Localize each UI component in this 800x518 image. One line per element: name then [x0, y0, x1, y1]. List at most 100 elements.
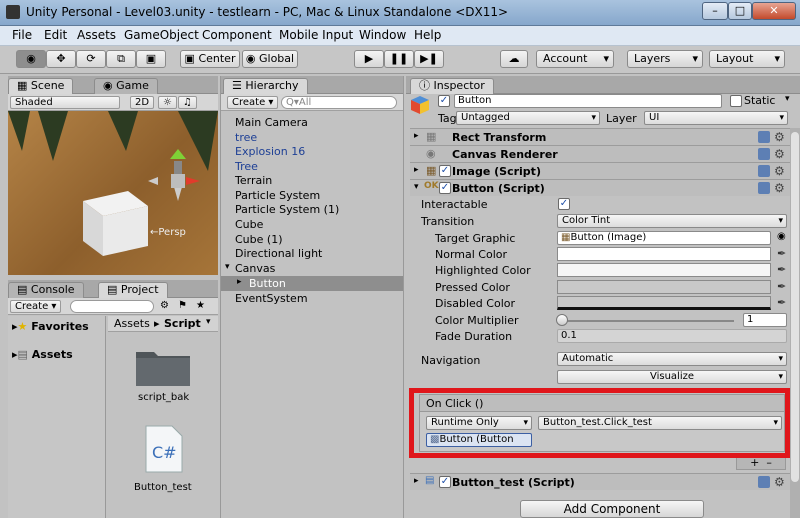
project-search-input[interactable]	[70, 300, 154, 313]
hierarchy-item[interactable]: Canvas	[235, 262, 275, 275]
persp-label[interactable]: ←Persp	[150, 227, 186, 238]
folder-tile[interactable]: script_bak	[134, 344, 194, 404]
scene-viewport[interactable]: ←Persp	[8, 111, 218, 275]
rotate-tool-button[interactable]: ⟳	[76, 50, 106, 68]
assets-item[interactable]: ▸▤ Assets	[12, 348, 73, 361]
scale-tool-button[interactable]: ⧉	[106, 50, 136, 68]
hierarchy-item[interactable]: Main Camera	[235, 116, 308, 129]
static-checkbox[interactable]	[730, 95, 742, 107]
breadcrumb-assets[interactable]: Assets	[114, 317, 150, 330]
gameobject-name-field[interactable]: Button	[454, 94, 722, 108]
plus-icon[interactable]: +	[750, 456, 759, 469]
close-button[interactable]: ✕	[752, 2, 796, 20]
pressed-color-field[interactable]	[557, 280, 771, 294]
menu-help[interactable]: Help	[414, 28, 441, 42]
play-button[interactable]: ▶	[354, 50, 384, 68]
hierarchy-item[interactable]: Directional light	[235, 247, 322, 260]
star-icon[interactable]: ★	[196, 300, 205, 311]
tab-project[interactable]: ▤ Project	[98, 282, 168, 298]
gear-icon[interactable]: ⚙	[774, 148, 785, 160]
hierarchy-item[interactable]: Cube	[235, 218, 263, 231]
hierarchy-item[interactable]: Particle System	[235, 189, 320, 202]
hierarchy-item[interactable]: EventSystem	[235, 292, 308, 305]
gear-icon[interactable]: ⚙	[774, 476, 785, 488]
component-button-test-script[interactable]: ▸ ▤ ✓ Button_test (Script) ⚙	[410, 473, 790, 490]
active-checkbox[interactable]: ✓	[438, 95, 450, 107]
help-icon[interactable]	[758, 165, 770, 177]
rect-tool-button[interactable]: ▣	[136, 50, 166, 68]
menu-edit[interactable]: Edit	[44, 28, 67, 42]
inspector-scrollbar[interactable]	[790, 128, 800, 518]
help-icon[interactable]	[758, 182, 770, 194]
hand-tool-button[interactable]: ◉	[16, 50, 46, 68]
gear-icon[interactable]: ⚙	[774, 131, 785, 143]
triangle-down-icon[interactable]: ▾	[225, 262, 230, 272]
component-image[interactable]: ▸ ▦ ✓ Image (Script) ⚙	[410, 162, 790, 179]
navigation-dropdown[interactable]: Automatic	[557, 352, 787, 366]
scrollbar-thumb[interactable]	[791, 132, 799, 482]
pivot-center-button[interactable]: ▣ Center	[180, 50, 240, 68]
filter-type-icon[interactable]: ⚙	[160, 300, 169, 311]
cloud-button[interactable]: ☁	[500, 50, 528, 68]
help-icon[interactable]	[758, 148, 770, 160]
hierarchy-item[interactable]: Explosion 16	[235, 145, 305, 158]
component-button[interactable]: ▾ OK ✓ Button (Script) ⚙	[410, 179, 790, 196]
layout-dropdown[interactable]: Layout ▾	[709, 50, 785, 68]
favorites-item[interactable]: ▸★ Favorites	[12, 320, 89, 333]
runtime-dropdown[interactable]: Runtime Only	[426, 416, 532, 430]
minimize-button[interactable]: –	[702, 2, 728, 20]
hierarchy-item-selected[interactable]: ▸ Button	[221, 276, 403, 291]
help-icon[interactable]	[758, 476, 770, 488]
hierarchy-item[interactable]: Terrain	[235, 174, 272, 187]
hierarchy-search-input[interactable]: Q▾All	[281, 96, 397, 109]
object-picker-icon[interactable]: ◉	[777, 231, 786, 242]
layers-dropdown[interactable]: Layers ▾	[627, 50, 703, 68]
multiplier-slider-thumb[interactable]	[556, 314, 568, 326]
layer-dropdown[interactable]: UI	[644, 111, 788, 125]
pause-button[interactable]: ❚❚	[384, 50, 414, 68]
menu-assets[interactable]: Assets	[77, 28, 116, 42]
minus-icon[interactable]: –	[766, 456, 772, 469]
step-button[interactable]: ▶❚	[414, 50, 444, 68]
visualize-button[interactable]: Visualize	[557, 370, 787, 384]
transition-dropdown[interactable]: Color Tint	[557, 214, 787, 228]
2d-toggle[interactable]: 2D	[130, 96, 155, 109]
disabled-color-field[interactable]	[557, 296, 771, 310]
target-graphic-field[interactable]: ▦Button (Image)	[557, 231, 771, 245]
component-enabled-checkbox[interactable]: ✓	[439, 165, 451, 177]
component-rect-transform[interactable]: ▸ ▦ Rect Transform ⚙	[410, 128, 790, 145]
menu-mobile-input[interactable]: Mobile Input	[279, 28, 353, 42]
tab-console[interactable]: ▤ Console	[8, 282, 84, 298]
component-enabled-checkbox[interactable]: ✓	[439, 182, 451, 194]
gear-icon[interactable]: ⚙	[774, 165, 785, 177]
eyedropper-icon[interactable]: ✒	[777, 280, 786, 293]
hierarchy-item[interactable]: Tree	[235, 160, 258, 173]
eyedropper-icon[interactable]: ✒	[777, 296, 786, 309]
add-component-button[interactable]: Add Component	[520, 500, 704, 518]
menu-file[interactable]: File	[12, 28, 32, 42]
lighting-toggle[interactable]: ☼	[158, 96, 177, 109]
highlighted-color-field[interactable]	[557, 263, 771, 277]
component-enabled-checkbox[interactable]: ✓	[439, 476, 451, 488]
script-tile[interactable]: C# Button_test	[134, 424, 198, 494]
interactable-checkbox[interactable]: ✓	[558, 198, 570, 210]
tab-inspector[interactable]: ⓘ Inspector	[410, 78, 494, 94]
tab-hierarchy[interactable]: ☰ Hierarchy	[223, 78, 308, 94]
fade-duration-field[interactable]: 0.1	[557, 329, 787, 343]
account-dropdown[interactable]: Account ▾	[536, 50, 614, 68]
multiplier-field[interactable]: 1	[743, 313, 787, 327]
multiplier-slider-track[interactable]	[560, 320, 734, 322]
function-dropdown[interactable]: Button_test.Click_test	[538, 416, 782, 430]
eyedropper-icon[interactable]: ✒	[777, 247, 786, 260]
normal-color-field[interactable]	[557, 247, 771, 261]
audio-toggle[interactable]: ♫	[178, 96, 197, 109]
hierarchy-item[interactable]: tree	[235, 131, 257, 144]
menu-gameobject[interactable]: GameObject	[124, 28, 199, 42]
maximize-button[interactable]: □	[728, 2, 752, 20]
global-button[interactable]: ◉ Global	[242, 50, 298, 68]
help-icon[interactable]	[758, 131, 770, 143]
chevron-down-icon[interactable]: ▾	[785, 94, 790, 104]
tab-game[interactable]: ◉ Game	[94, 78, 158, 94]
event-target-object-field[interactable]: ▩Button (Button	[426, 433, 532, 447]
tag-dropdown[interactable]: Untagged	[456, 111, 600, 125]
